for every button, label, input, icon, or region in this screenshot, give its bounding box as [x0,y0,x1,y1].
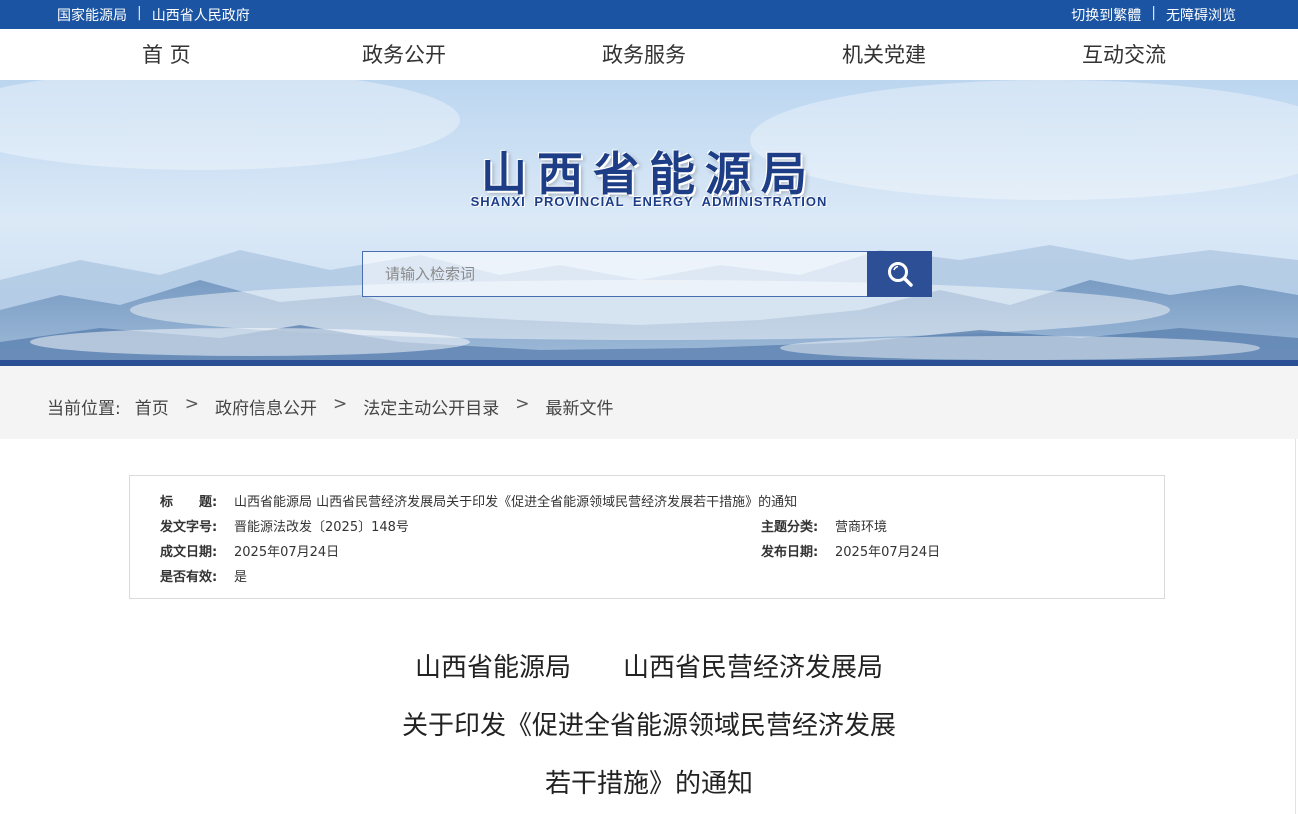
breadcrumb-separator: > [332,394,348,414]
document-metadata-box: 标 题: 山西省能源局 山西省民营经济发展局关于印发《促进全省能源领域民营经济发… [129,475,1165,599]
meta-made-date-value: 2025年07月24日 [234,545,340,560]
breadcrumb: 当前位置: 首页 > 政府信息公开 > 法定主动公开目录 > 最新文件 [0,366,1298,439]
article-title-line-3: 若干措施》的通知 [544,769,753,799]
top-right-links: 切换到繁體 | 无障碍浏览 [1071,5,1236,25]
breadcrumb-gov-info[interactable]: 政府信息公开 [215,394,317,419]
link-national-energy-admin[interactable]: 国家能源局 [57,5,127,25]
separator: | [137,5,142,21]
meta-valid-label: 是否有效: [160,570,218,585]
site-logo-subtitle: SHANXI PROVINCIAL ENERGY ADMINISTRATION [470,194,828,209]
meta-title-label: 标 题: [160,495,218,510]
breadcrumb-latest-files[interactable]: 最新文件 [545,394,613,419]
nav-item-interaction[interactable]: 互动交流 [1082,39,1166,69]
main-nav: 首 页 政务公开 政务服务 机关党建 互动交流 [0,29,1298,80]
breadcrumb-separator: > [515,394,530,414]
top-left-links: 国家能源局 | 山西省人民政府 [57,5,250,25]
breadcrumb-label: 当前位置: [47,399,121,419]
breadcrumb-separator: > [184,394,199,414]
link-accessibility[interactable]: 无障碍浏览 [1166,5,1236,25]
meta-topic-value: 营商环境 [835,520,888,535]
nav-item-gov-affairs[interactable]: 政务公开 [362,39,446,69]
breadcrumb-catalog[interactable]: 法定主动公开目录 [363,394,499,419]
meta-docno-value: 晋能源法改发〔2025〕148号 [234,520,409,535]
link-traditional-chinese[interactable]: 切换到繁體 [1071,5,1141,25]
separator: | [1151,5,1156,21]
search-input[interactable] [362,251,867,297]
article-title-line-1: 山西省能源局 山西省民营经济发展局 [414,653,883,683]
nav-item-party-building[interactable]: 机关党建 [842,39,926,69]
header-banner [0,80,1298,360]
meta-title-value: 山西省能源局 山西省民营经济发展局关于印发《促进全省能源领域民营经济发展若干措施… [234,495,798,510]
search-bar [362,251,932,297]
article-title-line-2: 关于印发《促进全省能源领域民营经济发展 [401,711,896,741]
nav-item-gov-services[interactable]: 政务服务 [602,39,686,69]
link-shanxi-gov[interactable]: 山西省人民政府 [152,5,250,25]
meta-docno-label: 发文字号: [160,520,218,535]
meta-pub-date-value: 2025年07月24日 [835,545,941,560]
mountain-clouds-image [0,80,1298,360]
meta-made-date-label: 成文日期: [160,545,218,560]
top-utility-bar: 国家能源局 | 山西省人民政府 切换到繁體 | 无障碍浏览 [0,0,1298,29]
nav-item-home[interactable]: 首 页 [142,39,191,69]
meta-pub-date-label: 发布日期: [761,545,819,560]
search-button[interactable] [867,251,932,297]
meta-topic-label: 主题分类: [761,520,819,535]
breadcrumb-home[interactable]: 首页 [135,394,169,419]
search-icon [887,262,913,287]
meta-valid-value: 是 [234,570,248,585]
